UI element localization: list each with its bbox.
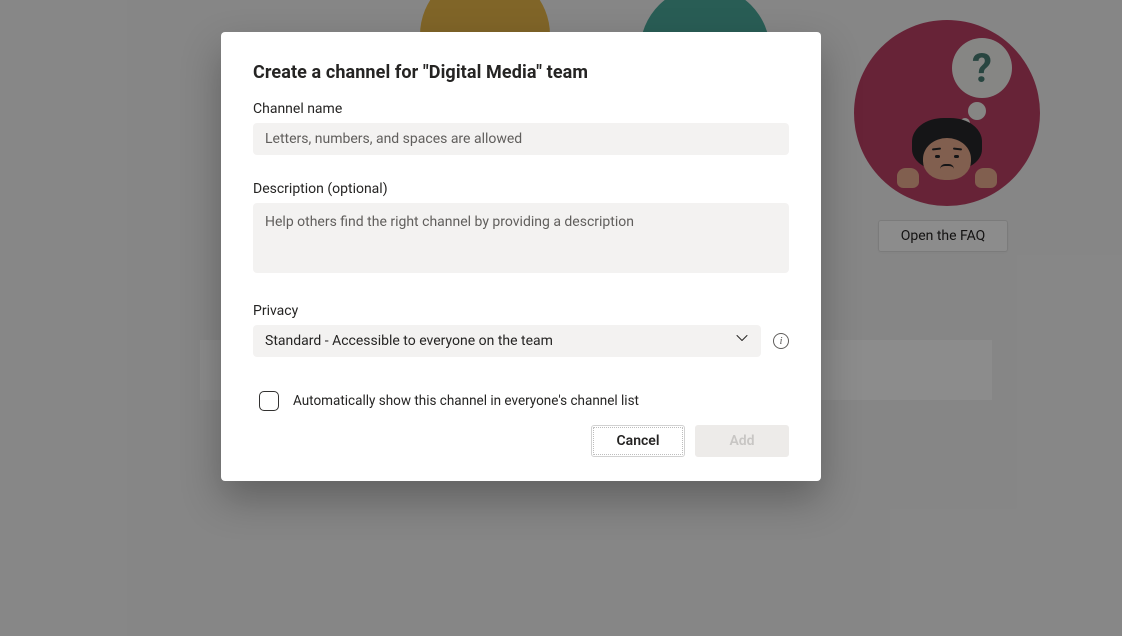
channel-name-group: Channel name <box>253 101 789 155</box>
chevron-down-icon <box>735 325 749 357</box>
add-button-label: Add <box>729 433 754 449</box>
privacy-select[interactable]: Standard - Accessible to everyone on the… <box>253 325 761 357</box>
privacy-group: Privacy Standard - Accessible to everyon… <box>253 303 789 357</box>
add-button[interactable]: Add <box>695 425 789 457</box>
dialog-footer: Cancel Add <box>591 425 789 457</box>
channel-name-label: Channel name <box>253 101 789 117</box>
cancel-button-label: Cancel <box>617 433 660 449</box>
description-group: Description (optional) <box>253 181 789 277</box>
create-channel-dialog: Create a channel for "Digital Media" tea… <box>221 32 821 481</box>
privacy-selected-value: Standard - Accessible to everyone on the… <box>265 325 553 357</box>
cancel-button[interactable]: Cancel <box>591 425 685 457</box>
auto-show-checkbox[interactable] <box>259 391 279 411</box>
auto-show-row: Automatically show this channel in every… <box>259 391 789 411</box>
privacy-label: Privacy <box>253 303 789 319</box>
channel-name-input[interactable] <box>253 123 789 155</box>
dialog-title: Create a channel for "Digital Media" tea… <box>253 62 789 83</box>
description-label: Description (optional) <box>253 181 789 197</box>
info-icon[interactable]: i <box>773 333 789 349</box>
auto-show-label: Automatically show this channel in every… <box>293 393 639 409</box>
description-input[interactable] <box>253 203 789 273</box>
